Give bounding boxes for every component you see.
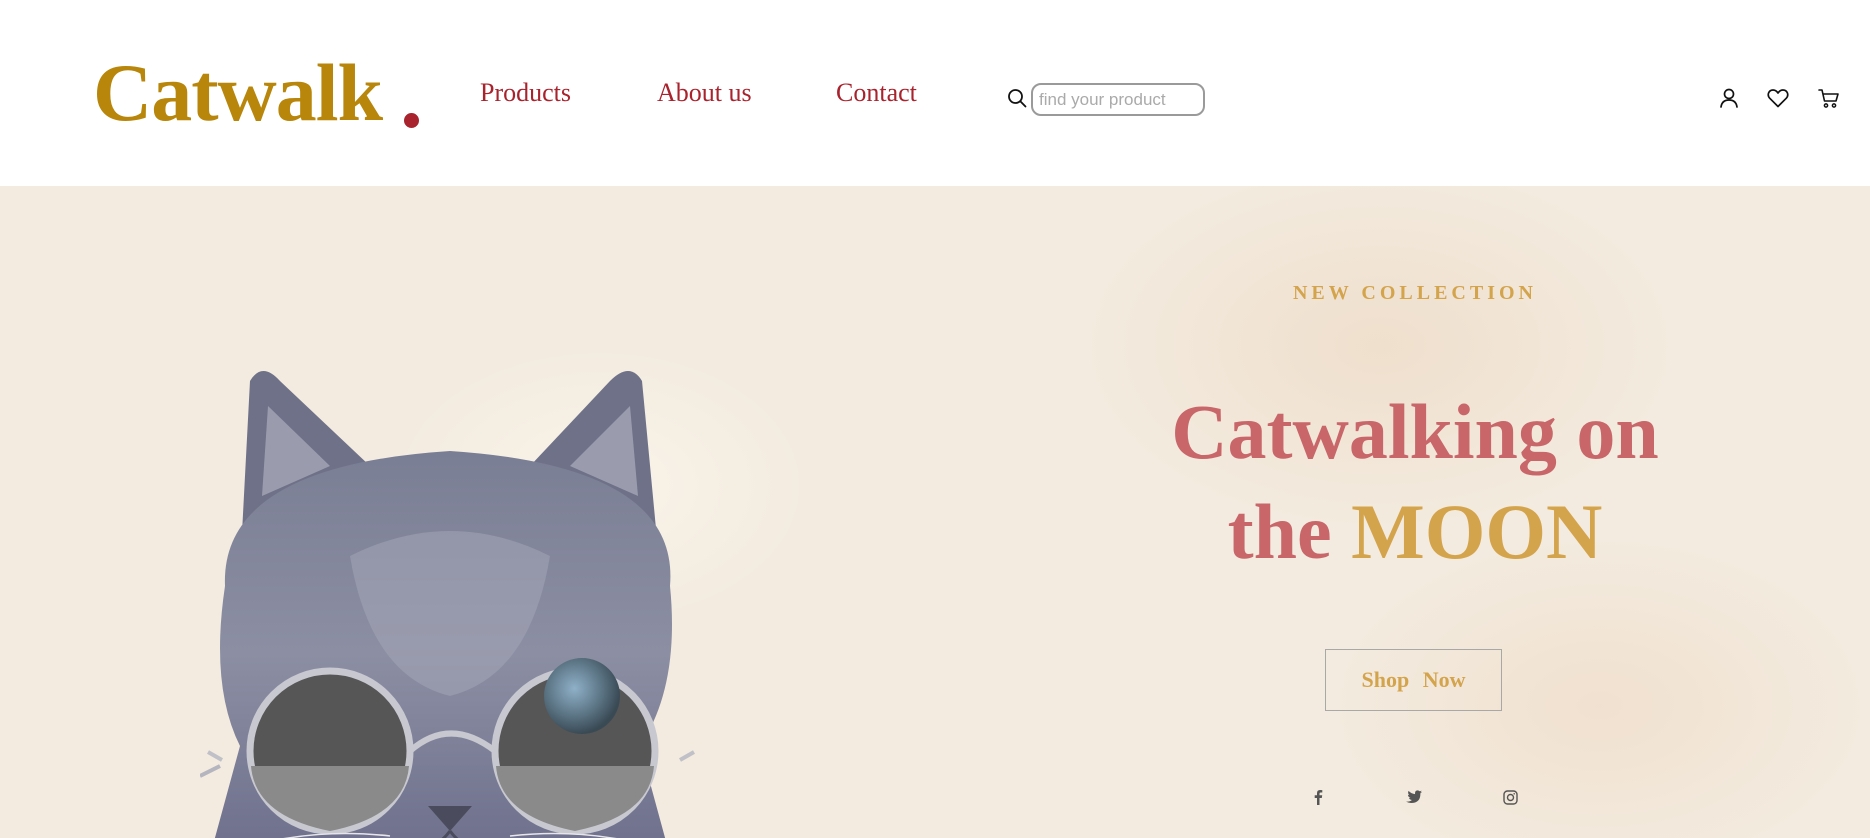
- twitter-icon[interactable]: [1403, 786, 1425, 808]
- headline-line-1: Catwalking on: [1171, 388, 1659, 475]
- search-icon[interactable]: [1007, 88, 1027, 108]
- logo-text: Catwalk: [93, 47, 383, 138]
- hero-banner: NEW COLLECTION Catwalking on the MOON Sh…: [0, 186, 1870, 838]
- eyebrow-new-collection: NEW COLLECTION: [1292, 282, 1537, 304]
- headline-line-2: the MOON: [1080, 482, 1750, 582]
- cat-with-sunglasses-image: [200, 371, 695, 838]
- headline-the: the: [1227, 488, 1332, 575]
- user-icon[interactable]: [1717, 86, 1741, 110]
- headline-moon: MOON: [1351, 488, 1603, 575]
- nav-link-about-us[interactable]: About us: [657, 78, 752, 108]
- search-input[interactable]: [1031, 83, 1205, 116]
- cart-icon[interactable]: [1817, 86, 1841, 110]
- nav-link-products[interactable]: Products: [480, 78, 571, 108]
- facebook-icon[interactable]: [1307, 786, 1329, 808]
- heart-icon[interactable]: [1766, 86, 1790, 110]
- instagram-icon[interactable]: [1499, 786, 1521, 808]
- logo[interactable]: Catwalk: [93, 44, 420, 138]
- shop-now-button[interactable]: Shop Now: [1325, 649, 1502, 711]
- site-header: Catwalk Products About us Contact: [0, 0, 1870, 186]
- nav-link-contact[interactable]: Contact: [836, 78, 917, 108]
- logo-dot: [404, 113, 420, 128]
- hero-headline: Catwalking on the MOON: [1080, 382, 1750, 582]
